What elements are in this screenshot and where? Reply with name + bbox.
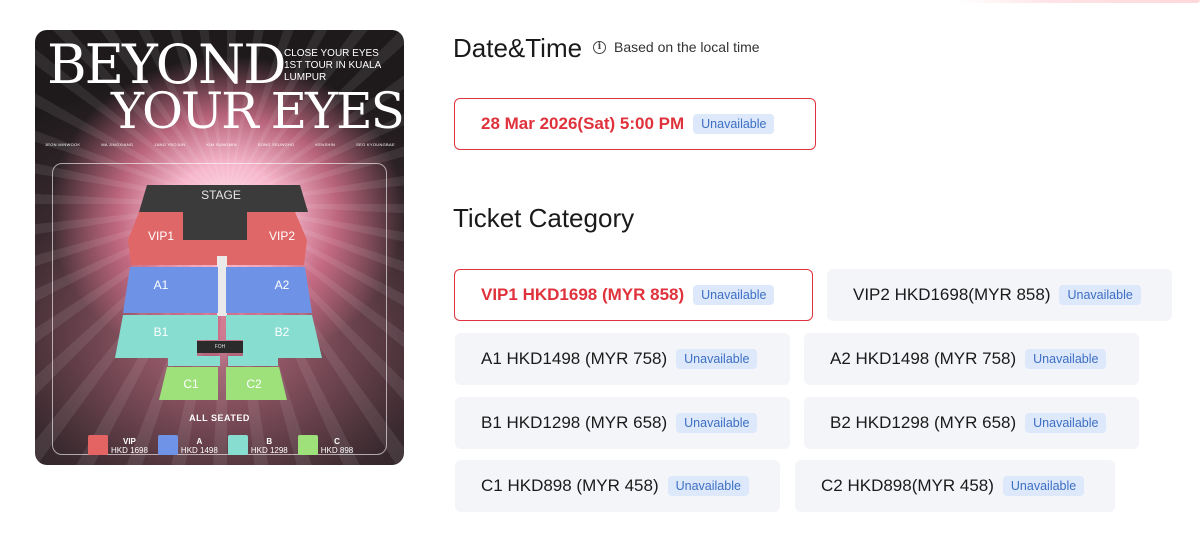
all-seated-note: ALL SEATED <box>189 413 250 423</box>
ticket-option-a1[interactable]: A1 HKD1498 (MYR 758) Unavailable <box>455 333 790 385</box>
ticket-option-c1[interactable]: C1 HKD898 (MYR 458) Unavailable <box>455 460 780 512</box>
legend-swatch <box>157 435 178 455</box>
status-badge: Unavailable <box>676 349 758 369</box>
center-aisle <box>217 256 227 316</box>
a1-zone <box>123 267 218 313</box>
status-badge: Unavailable <box>693 285 775 305</box>
b2-label: B2 <box>274 325 290 339</box>
vip1-label: VIP1 <box>147 229 175 243</box>
local-time-note: Based on the local time <box>614 39 760 55</box>
status-badge: Unavailable <box>676 413 758 433</box>
c2-label: C2 <box>246 377 262 391</box>
datetime-option-label: 28 Mar 2026(Sat) 5:00 PM <box>481 114 685 133</box>
legend-name: A <box>196 437 203 446</box>
legend-item-a: A HKD 1498 <box>157 435 218 455</box>
legend-swatch <box>227 435 248 455</box>
price-legend: VIP HKD 1698 A HKD 1498 B HKD 1298 C HKD 898 <box>88 435 353 455</box>
ticket-option-label: A1 HKD1498 (MYR 758) <box>481 349 668 368</box>
status-badge: Unavailable <box>1025 413 1107 433</box>
b1-label: B1 <box>153 325 169 339</box>
info-icon: i <box>593 40 606 54</box>
legend-name: B <box>266 437 273 446</box>
ticket-option-label: B1 HKD1298 (MYR 658) <box>481 413 668 432</box>
ticket-option-label: C2 HKD898(MYR 458) <box>821 476 994 495</box>
ticket-option-label: VIP1 HKD1698 (MYR 858) <box>481 285 685 304</box>
ticket-section-title: Ticket Category <box>453 203 635 233</box>
b1-front-strip <box>168 356 220 366</box>
ticket-option-b2[interactable]: B2 HKD1298 (MYR 658) Unavailable <box>804 397 1139 449</box>
status-badge: Unavailable <box>1002 476 1085 496</box>
ticket-option-label: C1 HKD898 (MYR 458) <box>481 476 659 495</box>
a1-label: A1 <box>153 278 169 292</box>
legend-item-c: C HKD 898 <box>297 435 354 455</box>
legend-price: HKD 1498 <box>180 446 218 455</box>
foh-label: FOH <box>214 344 226 350</box>
datetime-option[interactable]: 28 Mar 2026(Sat) 5:00 PM Unavailable <box>454 98 816 150</box>
vip2-label: VIP2 <box>268 229 296 243</box>
seatmap-diagram <box>115 185 322 400</box>
ticket-option-label: VIP2 HKD1698(MYR 858) <box>853 285 1051 304</box>
ticket-option-a2[interactable]: A2 HKD1498 (MYR 758) Unavailable <box>804 333 1139 385</box>
legend-price: HKD 1298 <box>250 446 288 455</box>
status-badge: Unavailable <box>1025 349 1107 369</box>
legend-swatch <box>297 435 318 455</box>
stage-label: STAGE <box>201 188 241 202</box>
b2-front-strip <box>228 356 278 366</box>
legend-swatch <box>88 435 108 455</box>
ticket-option-b1[interactable]: B1 HKD1298 (MYR 658) Unavailable <box>455 397 790 449</box>
ticket-option-vip1[interactable]: VIP1 HKD1698 (MYR 858) Unavailable <box>454 269 813 321</box>
a2-label: A2 <box>274 278 290 292</box>
legend-price: HKD 898 <box>320 446 354 455</box>
c1-label: C1 <box>183 377 199 391</box>
datetime-section-title: Date&Time <box>453 33 583 63</box>
legend-name: VIP <box>123 437 136 446</box>
legend-item-vip: VIP HKD 1698 <box>88 435 148 455</box>
ticket-option-label: B2 HKD1298 (MYR 658) <box>830 413 1017 432</box>
ticket-option-label: A2 HKD1498 (MYR 758) <box>830 349 1017 368</box>
status-badge: Unavailable <box>667 476 749 496</box>
top-accent-bar <box>955 0 1200 3</box>
a2-zone <box>226 267 312 313</box>
local-time-info: i Based on the local time <box>593 39 760 55</box>
status-badge: Unavailable <box>693 114 775 134</box>
event-poster: BEYOND YOUR EYES CLOSE YOUR EYES 1ST TOU… <box>35 30 404 465</box>
ticket-option-c2[interactable]: C2 HKD898(MYR 458) Unavailable <box>795 460 1115 512</box>
legend-price: HKD 1698 <box>111 446 148 455</box>
legend-item-b: B HKD 1298 <box>227 435 288 455</box>
status-badge: Unavailable <box>1059 285 1141 305</box>
legend-name: C <box>334 437 340 446</box>
ticket-option-vip2[interactable]: VIP2 HKD1698(MYR 858) Unavailable <box>827 269 1172 321</box>
